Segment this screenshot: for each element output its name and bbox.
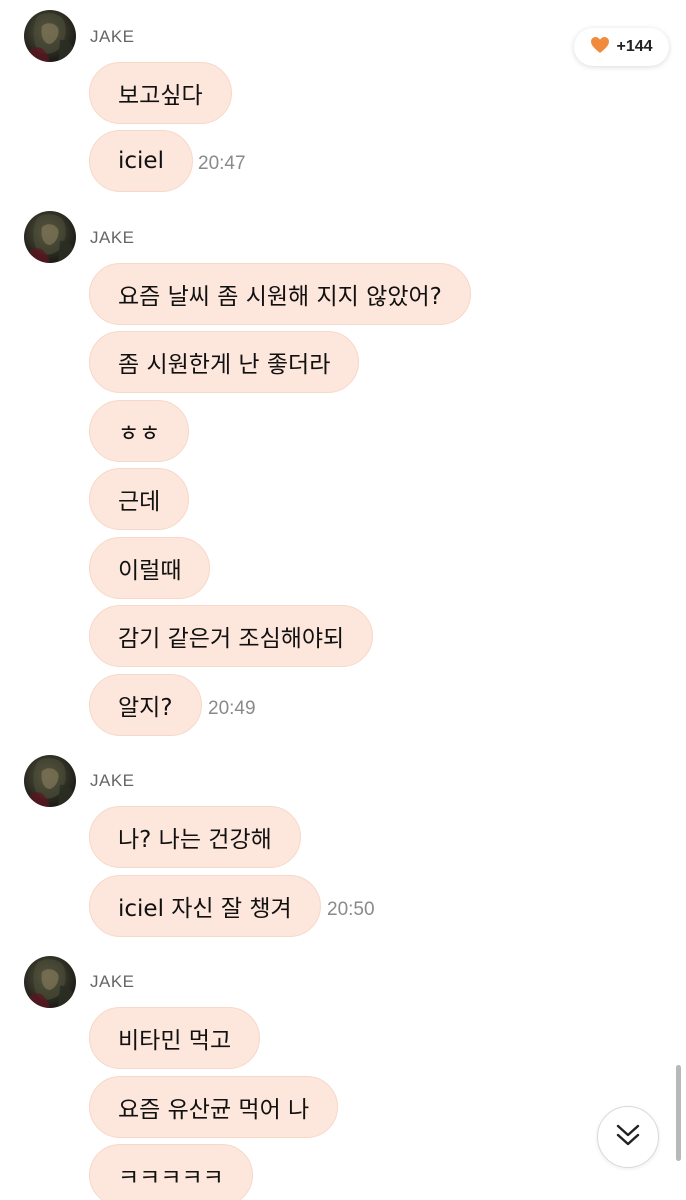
double-chevron-down-icon <box>613 1120 643 1154</box>
avatar[interactable] <box>24 956 76 1008</box>
avatar[interactable] <box>24 10 76 62</box>
message-bubble[interactable]: 보고싶다 <box>89 62 232 124</box>
message-bubble[interactable]: 요즘 유산균 먹어 나 <box>89 1076 339 1138</box>
chat-screen: JAKE 보고싶다 iciel 20:47 JAKE 요즘 날씨 좀 시원해 지… <box>0 0 686 1200</box>
like-count: +144 <box>616 38 653 55</box>
message-timestamp: 20:49 <box>208 698 256 719</box>
message-timestamp: 20:47 <box>198 153 246 174</box>
like-counter-button[interactable]: +144 <box>574 28 669 66</box>
message-bubble[interactable]: 요즘 날씨 좀 시원해 지지 않았어? <box>89 263 471 325</box>
sender-name: JAKE <box>90 771 135 790</box>
sender-name: JAKE <box>90 27 135 46</box>
scroll-to-bottom-button[interactable] <box>597 1106 659 1168</box>
sender-name: JAKE <box>90 972 135 991</box>
message-bubble[interactable]: ㅋㅋㅋㅋㅋ <box>89 1144 253 1200</box>
message-bubble[interactable]: 알지? <box>89 674 202 736</box>
message-bubble[interactable]: 나? 나는 건강해 <box>89 806 301 868</box>
heart-icon <box>590 36 610 58</box>
avatar[interactable] <box>24 211 76 263</box>
message-bubble[interactable]: 감기 같은거 조심해야되 <box>89 605 374 667</box>
message-bubble[interactable]: 비타민 먹고 <box>89 1007 261 1069</box>
message-bubble[interactable]: iciel <box>89 130 193 192</box>
scrollbar[interactable] <box>676 1065 681 1161</box>
message-bubble[interactable]: 좀 시원한게 난 좋더라 <box>89 331 360 393</box>
message-bubble[interactable]: ㅎㅎ <box>89 400 190 462</box>
message-bubble[interactable]: 근데 <box>89 468 190 530</box>
sender-name: JAKE <box>90 228 135 247</box>
message-bubble[interactable]: iciel 자신 잘 챙겨 <box>89 875 321 937</box>
avatar[interactable] <box>24 755 76 807</box>
message-timestamp: 20:50 <box>327 899 375 920</box>
message-bubble[interactable]: 이럴때 <box>89 537 211 599</box>
